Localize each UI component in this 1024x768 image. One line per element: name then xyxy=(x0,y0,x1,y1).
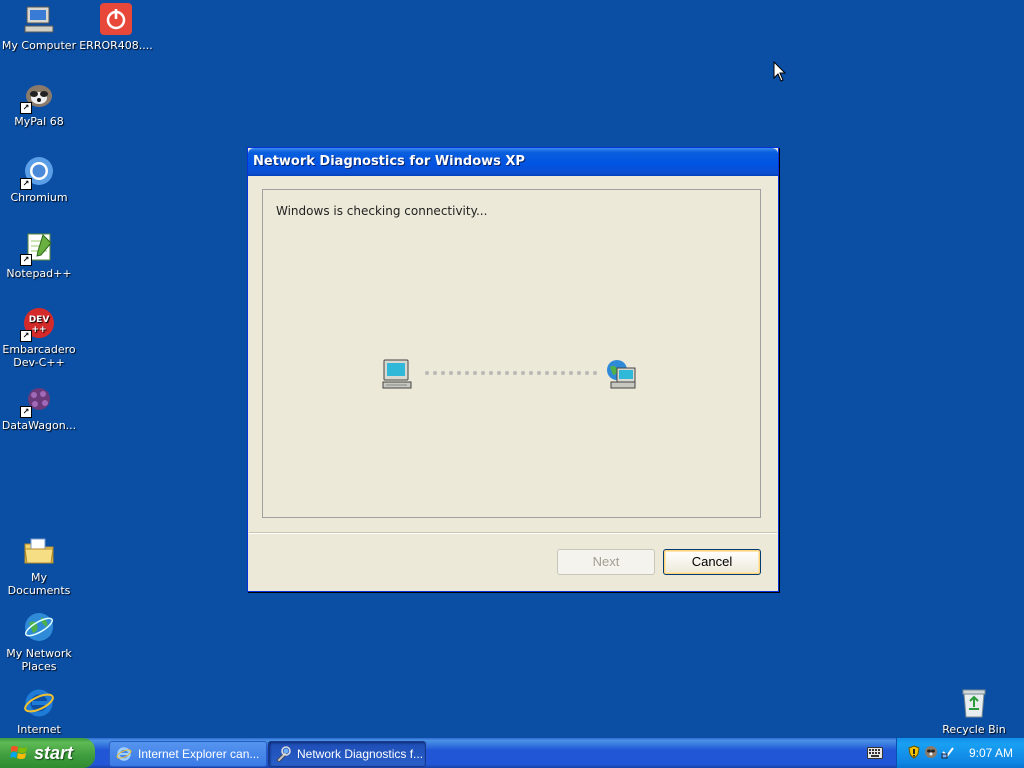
desktop-icon-label: ERROR408.... xyxy=(79,39,153,52)
desktop-icon-my-documents[interactable]: My Documents xyxy=(0,534,78,597)
svg-text:DEV: DEV xyxy=(29,315,50,325)
svg-text:++: ++ xyxy=(31,325,46,335)
notepad-plus-plus-icon: ↗ xyxy=(20,230,56,266)
taskbar: start Internet Explorer can... Network D… xyxy=(0,738,1024,768)
shortcut-arrow-icon: ↗ xyxy=(20,102,32,114)
status-text: Windows is checking connectivity... xyxy=(276,204,488,218)
desktop-icon-label: Internet xyxy=(17,723,61,736)
desktop-icon-recycle-bin[interactable]: Recycle Bin xyxy=(935,686,1013,736)
shortcut-arrow-icon: ↗ xyxy=(20,254,32,266)
desktop-icon-label: MyPal 68 xyxy=(14,115,64,128)
progress-dot xyxy=(545,371,549,375)
network-status-icon[interactable] xyxy=(941,745,955,759)
dialog-title-bar[interactable]: Network Diagnostics for Windows XP xyxy=(248,148,778,176)
desktop-icon-label: My Documents xyxy=(7,571,71,597)
power-icon xyxy=(99,2,133,36)
shortcut-arrow-icon: ↗ xyxy=(20,330,32,342)
progress-dot xyxy=(529,371,533,375)
dev-cpp-icon: DEV ++ ↗ xyxy=(20,306,56,342)
taskbar-button-network-diagnostics[interactable]: Network Diagnostics f... xyxy=(268,741,426,767)
progress-dot xyxy=(425,371,429,375)
progress-dot xyxy=(465,371,469,375)
recycle-bin-icon xyxy=(957,686,991,720)
desktop-icon-label: Embarcadero Dev-C++ xyxy=(2,343,76,369)
next-button[interactable]: Next xyxy=(557,549,655,575)
progress-dot xyxy=(457,371,461,375)
network-diagnostics-dialog: Network Diagnostics for Windows XP Windo… xyxy=(247,147,779,592)
desktop-icon-devcpp[interactable]: DEV ++ ↗ Embarcadero Dev-C++ xyxy=(0,306,78,369)
desktop-icon-label: My Computer xyxy=(1,39,77,52)
network-diagnostics-icon xyxy=(276,746,291,762)
progress-dot xyxy=(497,371,501,375)
desktop-icon-internet[interactable]: Internet xyxy=(0,686,78,736)
raccoon-icon: ↗ xyxy=(20,78,56,114)
taskbar-button-label: Internet Explorer can... xyxy=(138,747,260,761)
desktop-icon-mypal[interactable]: ↗ MyPal 68 xyxy=(0,78,78,128)
taskbar-clock[interactable]: 9:07 AM xyxy=(969,738,1013,768)
progress-dot xyxy=(569,371,573,375)
mouse-cursor-icon xyxy=(773,61,787,82)
desktop-icon-error408[interactable]: ERROR408.... xyxy=(77,2,155,52)
progress-dot xyxy=(489,371,493,375)
desktop-icon-label: Chromium xyxy=(10,191,68,204)
desktop-icon-label: My Network Places xyxy=(6,647,72,673)
ie-icon xyxy=(116,747,132,761)
progress-dot xyxy=(593,371,597,375)
dialog-separator xyxy=(249,532,777,534)
progress-dot xyxy=(585,371,589,375)
taskbar-button-label: Network Diagnostics f... xyxy=(297,747,424,761)
progress-dot xyxy=(561,371,565,375)
desktop-icon-label: Notepad++ xyxy=(6,267,72,280)
progress-dot xyxy=(577,371,581,375)
folder-documents-icon xyxy=(22,534,56,568)
taskbar-button-internet-explorer[interactable]: Internet Explorer can... xyxy=(109,741,267,767)
desktop-icon-my-computer[interactable]: My Computer xyxy=(0,2,78,52)
desktop-icon-chromium[interactable]: ↗ Chromium xyxy=(0,154,78,204)
progress-dot xyxy=(553,371,557,375)
start-label: start xyxy=(34,743,74,763)
chromium-icon: ↗ xyxy=(20,154,56,190)
progress-dot xyxy=(513,371,517,375)
progress-dot xyxy=(537,371,541,375)
system-tray: 9:07 AM xyxy=(896,738,1024,768)
progress-dot xyxy=(481,371,485,375)
keyboard-icon[interactable] xyxy=(867,747,883,759)
desktop-icon-label: DataWagon... xyxy=(1,419,77,432)
progress-dot xyxy=(449,371,453,375)
datawagon-icon: ↗ xyxy=(20,382,56,418)
progress-dot xyxy=(521,371,525,375)
dialog-title: Network Diagnostics for Windows XP xyxy=(253,154,525,169)
desktop-icon-label: Recycle Bin xyxy=(942,723,1006,736)
progress-dot xyxy=(473,371,477,375)
shortcut-arrow-icon: ↗ xyxy=(20,406,32,418)
network-computer-icon xyxy=(607,360,636,389)
progress-dot xyxy=(441,371,445,375)
security-shield-icon[interactable] xyxy=(907,745,921,759)
progress-dot xyxy=(433,371,437,375)
desktop-icon-network-places[interactable]: My Network Places xyxy=(0,610,78,673)
windows-flag-icon xyxy=(10,746,27,759)
mypal-tray-icon[interactable] xyxy=(924,745,938,759)
internet-explorer-icon xyxy=(22,686,56,720)
dialog-content-panel: Windows is checking connectivity... xyxy=(262,189,761,518)
start-button[interactable]: start xyxy=(0,738,95,768)
progress-dot xyxy=(505,371,509,375)
connectivity-animation xyxy=(381,354,641,394)
desktop-icon-notepadpp[interactable]: ↗ Notepad++ xyxy=(0,230,78,280)
my-computer-icon xyxy=(22,2,56,36)
local-computer-icon xyxy=(382,359,412,389)
desktop-icon-datawagon[interactable]: ↗ DataWagon... xyxy=(0,382,78,432)
cancel-button[interactable]: Cancel xyxy=(663,549,761,575)
shortcut-arrow-icon: ↗ xyxy=(20,178,32,190)
network-globe-icon xyxy=(22,610,56,644)
desktop: My Computer ERROR408.... ↗ MyPal 68 ↗ Ch… xyxy=(0,0,1024,738)
